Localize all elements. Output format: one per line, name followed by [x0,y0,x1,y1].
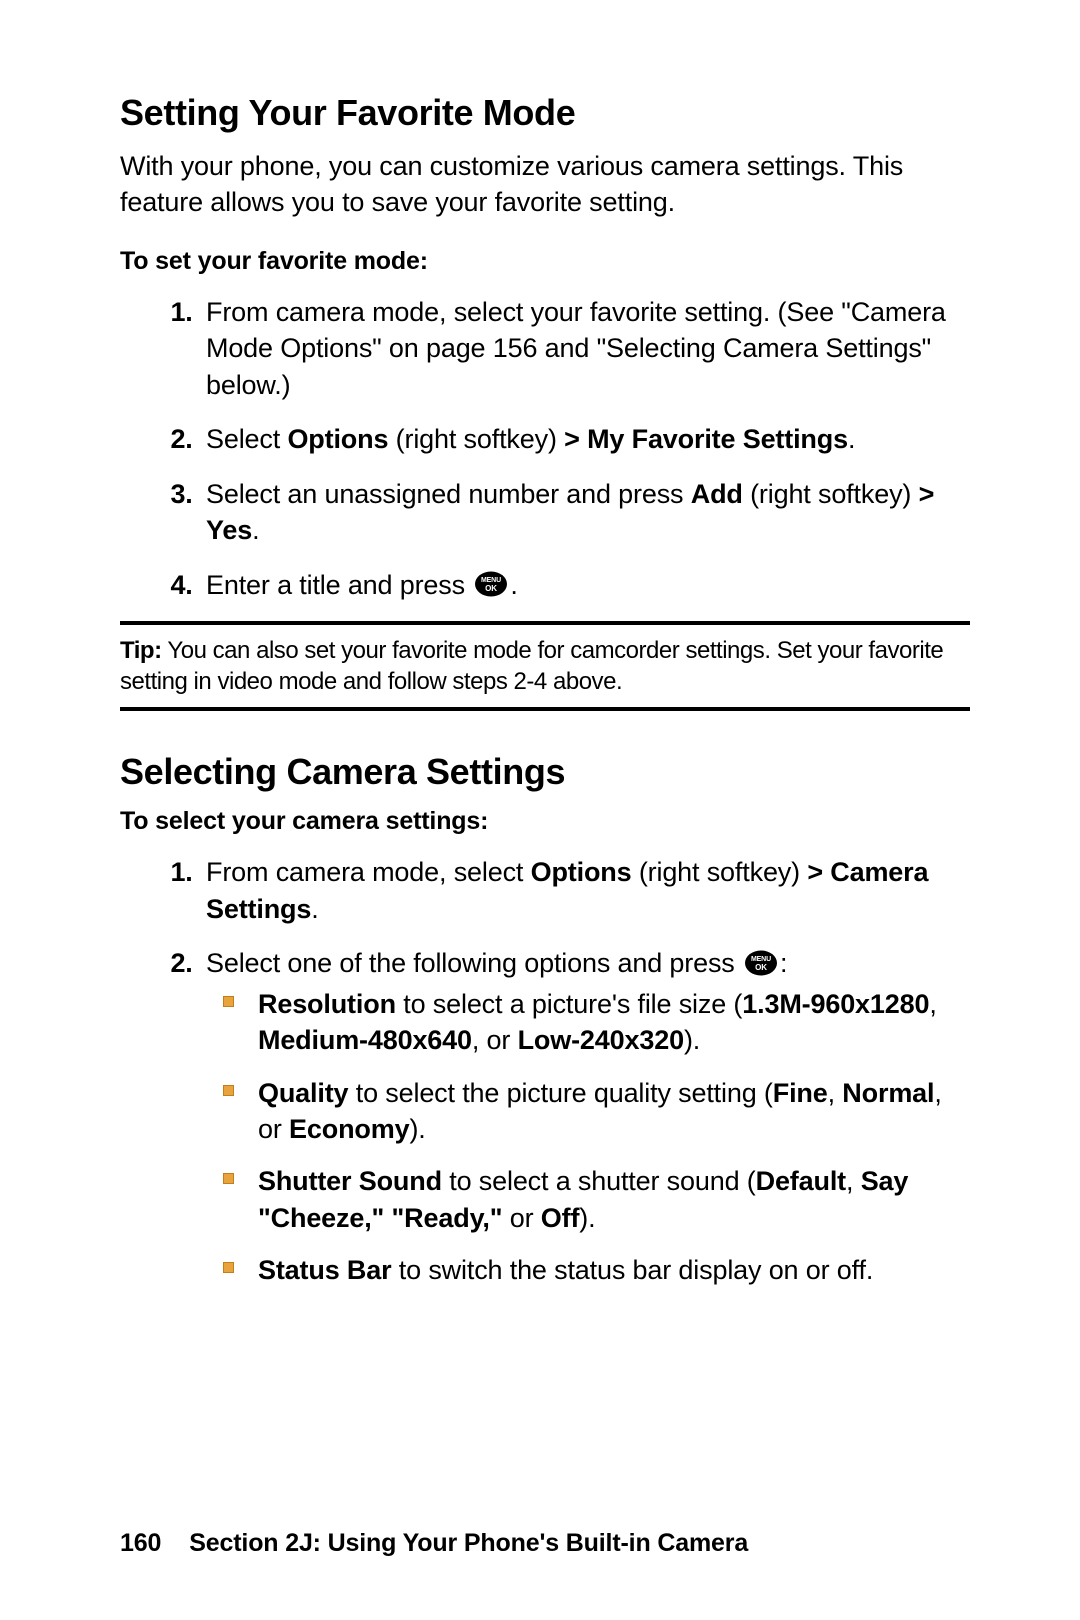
bold: Add [691,479,743,509]
subheading-select-settings: To select your camera settings: [120,807,970,836]
text: . [252,515,259,545]
text: . [311,894,318,924]
text: or [502,1203,540,1233]
heading-favorite-mode: Setting Your Favorite Mode [120,92,970,134]
tip-text: You can also set your favorite mode for … [120,637,943,695]
svg-text:MENU: MENU [481,577,501,584]
svg-text:OK: OK [485,584,497,593]
tip-label: Tip: [120,637,162,664]
text: (right softkey) [743,479,919,509]
text: (right softkey) [388,424,564,454]
step-1: From camera mode, select your favorite s… [200,294,970,403]
bold: Fine [773,1078,828,1108]
bold: Status Bar [258,1255,391,1285]
bullet-resolution: Resolution to select a picture's file si… [252,986,970,1059]
bold: Options [287,424,388,454]
bold: Economy [289,1114,409,1144]
text: ). [579,1203,595,1233]
bold: Off [541,1203,580,1233]
text: (right softkey) [631,857,807,887]
text: Select one of the following options and … [206,948,742,978]
bold: Quality [258,1078,348,1108]
steps-select: From camera mode, select Options (right … [120,854,970,1288]
text: . [510,570,517,600]
text: ). [409,1114,425,1144]
step-3: Select an unassigned number and press Ad… [200,476,970,549]
footer-text: Section 2J: Using Your Phone's Built-in … [189,1529,748,1557]
text: to select a picture's file size ( [396,989,742,1019]
bold: 1.3M-960x1280 [742,989,929,1019]
text: to select a shutter sound ( [442,1166,756,1196]
bullet-shutter-sound: Shutter Sound to select a shutter sound … [252,1163,970,1236]
text: : [780,948,787,978]
intro-paragraph: With your phone, you can customize vario… [120,148,970,221]
bold: Resolution [258,989,396,1019]
heading-selecting-camera-settings: Selecting Camera Settings [120,751,970,793]
subheading-set-favorite: To set your favorite mode: [120,247,970,276]
text: Select [206,424,287,454]
text: , [846,1166,861,1196]
text: ). [684,1025,700,1055]
svg-text:OK: OK [755,963,767,972]
bold: > My Favorite Settings [564,424,848,454]
text: to select the picture quality setting ( [348,1078,772,1108]
text: . [848,424,855,454]
step-4: Enter a title and press MENUOK. [200,567,970,603]
text: , [828,1078,843,1108]
menu-ok-icon: MENUOK [474,571,508,597]
bold: Medium-480x640 [258,1025,472,1055]
options-list: Resolution to select a picture's file si… [206,986,970,1289]
menu-ok-icon: MENUOK [744,950,778,976]
bold: Shutter Sound [258,1166,442,1196]
text: From camera mode, select [206,857,531,887]
bold: Low-240x320 [518,1025,684,1055]
bold: Options [531,857,632,887]
text: Enter a title and press [206,570,472,600]
bold: Normal [842,1078,934,1108]
step-2: Select one of the following options and … [200,945,970,1289]
steps-favorite: From camera mode, select your favorite s… [120,294,970,603]
page-number: 160 [120,1529,161,1557]
page-footer: 160 Section 2J: Using Your Phone's Built-… [120,1529,748,1558]
text: , or [472,1025,518,1055]
step-1: From camera mode, select Options (right … [200,854,970,927]
tip-box: Tip: You can also set your favorite mode… [120,621,970,711]
bullet-status-bar: Status Bar to switch the status bar disp… [252,1252,970,1288]
manual-page: Setting Your Favorite Mode With your pho… [0,0,1080,1620]
text: Select an unassigned number and press [206,479,691,509]
text: , [929,989,936,1019]
step-2: Select Options (right softkey) > My Favo… [200,421,970,457]
bold: Default [756,1166,846,1196]
svg-text:MENU: MENU [751,956,771,963]
text: to switch the status bar display on or o… [391,1255,873,1285]
bullet-quality: Quality to select the picture quality se… [252,1075,970,1148]
